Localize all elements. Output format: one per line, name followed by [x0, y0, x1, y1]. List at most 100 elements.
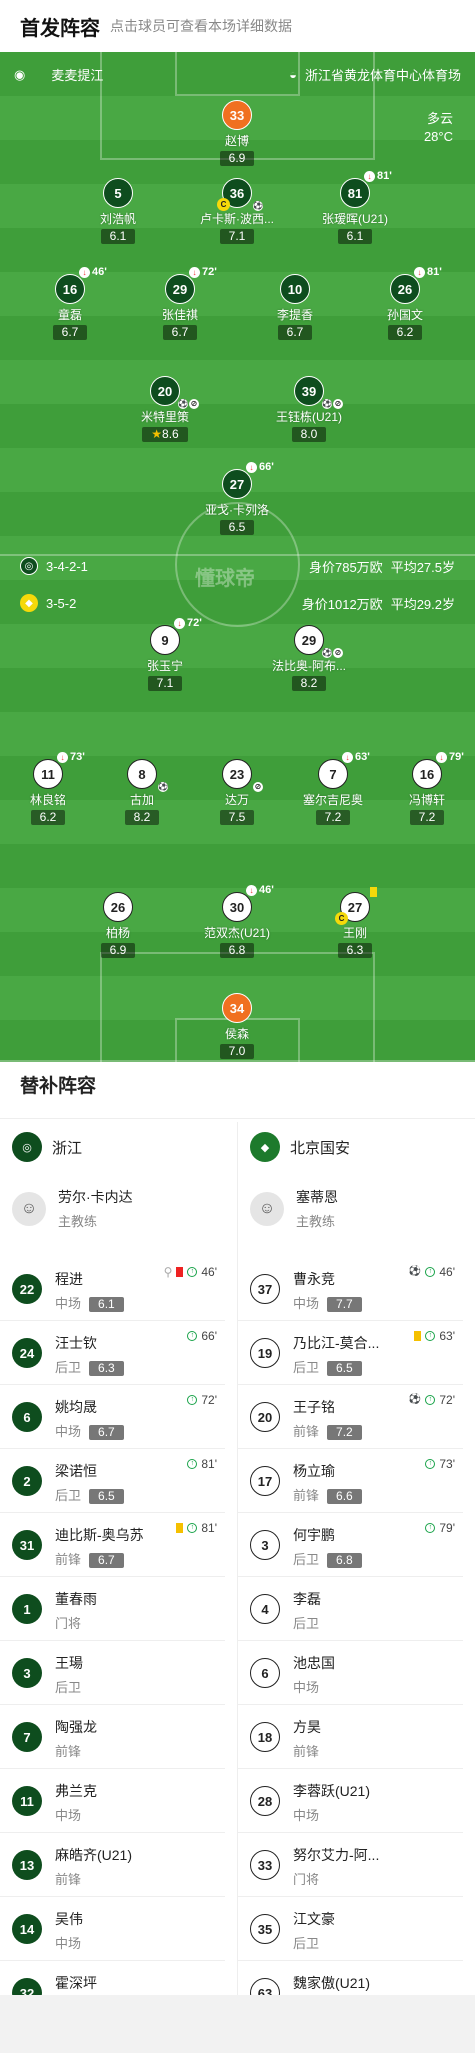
- sub-player-row[interactable]: 3 王瑒 后卫: [0, 1641, 225, 1705]
- player-card[interactable]: 8 ⚽ 古加 8.2: [87, 759, 197, 826]
- sub-player-row[interactable]: 33 努尔艾力-阿... 门将: [238, 1833, 463, 1897]
- player-card[interactable]: 39 ⚽ ⊘ 王钰栋(U21) 8.0: [254, 376, 364, 443]
- player-card[interactable]: 81 ↓ 81' 张瑷晖(U21) 6.1: [300, 170, 410, 245]
- sub-player-row[interactable]: 4 李磊 后卫: [238, 1577, 463, 1641]
- player-card[interactable]: 16 ↓ 79' 冯博轩 7.2: [372, 751, 475, 826]
- player-number: 11 ↓ 73': [33, 751, 85, 789]
- away-coach[interactable]: ☺ 塞蒂恩 主教练: [250, 1187, 338, 1230]
- player-card[interactable]: 26 柏杨 6.9: [63, 892, 173, 959]
- position-text: 前锋: [55, 1872, 82, 1887]
- player-card[interactable]: 33 赵博 6.9: [182, 100, 292, 167]
- sub-player-row[interactable]: 6 姚均晟 中场 6.7 ↑ 72': [0, 1385, 225, 1449]
- sub-player-row[interactable]: 14 吴伟 中场: [0, 1897, 225, 1961]
- sub-name: 池忠国: [293, 1655, 335, 1671]
- player-name: 孙国文: [386, 308, 423, 322]
- player-card[interactable]: 23 ⊘ 达万 7.5: [182, 759, 292, 826]
- sub-number: 11: [12, 1786, 42, 1816]
- player-card[interactable]: 5 刘浩帆 6.1: [63, 178, 173, 245]
- sub-number: 14: [12, 1914, 42, 1944]
- sub-position: 前锋: [55, 1869, 81, 1888]
- player-number: 27 ↓ 66': [222, 461, 274, 499]
- away-formation-bar: ◆ 3-5-2 身价1012万欧 平均29.2岁: [20, 592, 455, 614]
- player-name: 赵博: [224, 134, 249, 148]
- player-card[interactable]: 16 ↓ 46' 童磊 6.7: [15, 266, 125, 341]
- player-number: 16 ↓ 46': [55, 266, 107, 304]
- sub-name: 姚均晟: [55, 1399, 97, 1415]
- away-team-logo-icon: ◆: [250, 1132, 280, 1162]
- player-card[interactable]: 29 ⚽ ⊘ 法比奥-阿布... 8.2: [254, 625, 364, 692]
- goal-icon: ⚽ ⊘: [322, 399, 343, 409]
- sub-player-row[interactable]: 22 程进 中场 6.1 ⚲ ↑ 46': [0, 1257, 225, 1321]
- sub-player-row[interactable]: 18 方昊 前锋: [238, 1705, 463, 1769]
- sub-in-icon: ↑: [425, 1331, 436, 1341]
- sub-player-row[interactable]: 24 汪士钦 后卫 6.3 ↑ 66': [0, 1321, 225, 1385]
- player-card[interactable]: 27 ↓ 66' 亚戈·卡列洛 6.5: [182, 461, 292, 536]
- sub-player-row[interactable]: 11 弗兰克 中场: [0, 1769, 225, 1833]
- sub-rating: 6.7: [89, 1553, 124, 1568]
- sub-event: ⚽ ↑ 72': [409, 1393, 455, 1407]
- player-rating: 6.9: [100, 943, 136, 958]
- sub-player-row[interactable]: 19 乃比江-莫合... 后卫 6.5 ↑ 63': [238, 1321, 463, 1385]
- sub-number: 1: [12, 1594, 42, 1624]
- number-text: 29: [172, 281, 188, 297]
- home-team-icon: ◎: [20, 557, 38, 575]
- coach-name: 塞蒂恩: [296, 1189, 338, 1205]
- player-card[interactable]: 27 C 王刚 6.3: [300, 887, 410, 959]
- sub-position: 中场: [55, 1805, 81, 1824]
- player-name: 张瑷晖(U21): [321, 212, 388, 226]
- sub-name: 王瑒: [55, 1655, 83, 1671]
- player-card[interactable]: 20 ⚽ ⊘ 米特里策 ★8.6: [110, 376, 220, 443]
- sub-event: ↑ 63': [414, 1329, 455, 1343]
- sub-name: 江文豪: [293, 1911, 335, 1927]
- home-team-header[interactable]: ◎ 浙江: [12, 1132, 82, 1162]
- sub-player-row[interactable]: 20 王子铭 前锋 7.2 ⚽ ↑ 72': [238, 1385, 463, 1449]
- sub-number: 22: [12, 1274, 42, 1304]
- sub-rating: 7.2: [327, 1425, 362, 1440]
- sub-player-row[interactable]: 7 陶强龙 前锋: [0, 1705, 225, 1769]
- sub-position: 后卫: [293, 1613, 319, 1632]
- sub-number: 2: [12, 1466, 42, 1496]
- player-card[interactable]: 9 ↓ 72' 张玉宁 7.1: [110, 617, 220, 692]
- sub-player-row[interactable]: 2 梁诺恒 后卫 6.5 ↑ 81': [0, 1449, 225, 1513]
- number-text: 16: [62, 281, 78, 297]
- sub-name: 魏家傲(U21): [293, 1975, 371, 1991]
- sub-minute: 81': [427, 266, 442, 278]
- home-formation: 3-4-2-1: [46, 558, 88, 574]
- sub-minute: 46': [92, 266, 107, 278]
- sub-off-indicator: ↓ 72': [174, 617, 202, 629]
- player-card[interactable]: 30 ↓ 46' 范双杰(U21) 6.8: [182, 884, 292, 959]
- assist-icon: ⊘: [253, 782, 263, 792]
- sub-position: 中场 6.7: [55, 1421, 124, 1440]
- player-card[interactable]: 10 李提香 6.7: [240, 274, 350, 341]
- sub-player-row[interactable]: 3 何宇鹏 后卫 6.8 ↑ 79': [238, 1513, 463, 1577]
- sub-player-row[interactable]: 35 江文豪 后卫: [238, 1897, 463, 1961]
- position-text: 前锋: [55, 1552, 82, 1567]
- player-card[interactable]: 26 ↓ 81' 孙国文 6.2: [350, 266, 460, 341]
- sub-position: 后卫 6.8: [293, 1549, 362, 1568]
- sub-name: 王子铭: [293, 1399, 335, 1415]
- sub-player-row[interactable]: 28 李蓉跃(U21) 中场: [238, 1769, 463, 1833]
- sub-player-row[interactable]: 31 迪比斯-奥乌苏 前锋 6.7 ↑ 81': [0, 1513, 225, 1577]
- number-text: 11: [41, 766, 55, 782]
- away-team-header[interactable]: ◆ 北京国安: [250, 1132, 350, 1162]
- sub-player-row[interactable]: 17 杨立瑜 前锋 6.6 ↑ 73': [238, 1449, 463, 1513]
- player-card[interactable]: 36 C ⚽ 卢卡斯·波西... 7.1: [182, 178, 292, 245]
- sub-position: 前锋 7.2: [293, 1421, 362, 1440]
- player-card[interactable]: 29 ↓ 72' 张佳祺 6.7: [125, 266, 235, 341]
- sub-player-row[interactable]: 6 池忠国 中场: [238, 1641, 463, 1705]
- sub-player-row[interactable]: 13 麻皓齐(U21) 前锋: [0, 1833, 225, 1897]
- sub-rating: 6.3: [89, 1361, 124, 1376]
- player-rating: 8.2: [124, 810, 160, 825]
- player-rating: 6.7: [162, 325, 198, 340]
- player-number: 20 ⚽ ⊘: [150, 376, 199, 409]
- sub-out-icon: ↓: [246, 884, 257, 896]
- sub-player-row[interactable]: 37 曹永竞 中场 7.7 ⚽ ↑ 46': [238, 1257, 463, 1321]
- sub-event: ↑ 72': [187, 1393, 217, 1407]
- sub-number: 18: [250, 1722, 280, 1752]
- number-text: 23: [229, 766, 245, 782]
- home-coach[interactable]: ☺ 劳尔·卡内达 主教练: [12, 1187, 133, 1230]
- player-card[interactable]: 34 侯森 7.0: [182, 993, 292, 1060]
- sub-in-minute: 46': [201, 1265, 217, 1279]
- sub-player-row[interactable]: 1 董春雨 门将: [0, 1577, 225, 1641]
- sub-number: 4: [250, 1594, 280, 1624]
